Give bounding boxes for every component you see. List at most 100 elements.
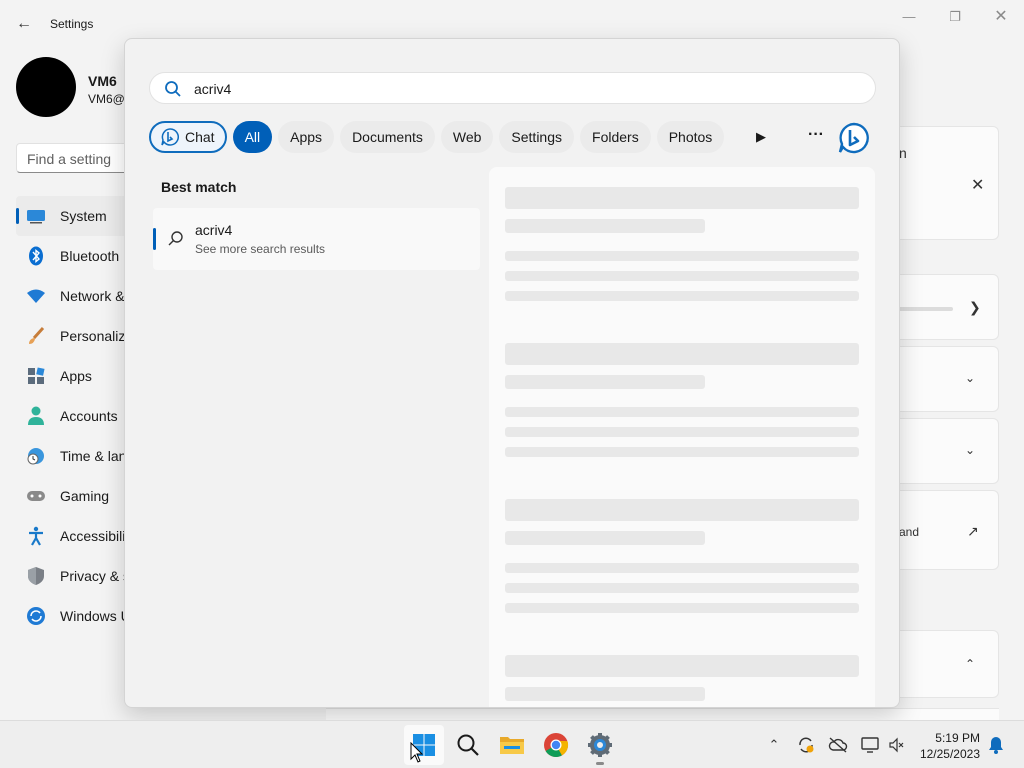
- file-explorer-icon: [500, 737, 524, 754]
- sidebar-item-label: Network &: [60, 288, 125, 304]
- accessibility-icon: [26, 526, 46, 546]
- find-setting-placeholder: Find a setting: [27, 151, 112, 167]
- loading-placeholder: [505, 291, 859, 301]
- volume-mute-icon[interactable]: [886, 735, 906, 755]
- close-button[interactable]: ✕: [978, 6, 1024, 28]
- loading-placeholder: [505, 407, 859, 417]
- content-card-edge: [326, 708, 999, 720]
- sidebar-item-apps[interactable]: Apps: [16, 356, 136, 396]
- monitor-icon: [26, 206, 46, 226]
- card-text-fragment: n: [899, 145, 907, 161]
- sidebar-item-windows-update[interactable]: Windows U: [16, 596, 136, 636]
- search-icon: [457, 734, 479, 756]
- apps-icon: [26, 366, 46, 386]
- sidebar-item-accessibility[interactable]: Accessibilit: [16, 516, 136, 556]
- loading-placeholder: [505, 447, 859, 457]
- search-icon: [168, 231, 183, 246]
- bing-chat-icon: [161, 128, 179, 146]
- user-email: VM6@: [88, 92, 125, 106]
- filter-apps[interactable]: Apps: [278, 121, 335, 153]
- sidebar-item-label: Accounts: [60, 408, 118, 424]
- gamepad-icon: [26, 486, 46, 506]
- filter-all[interactable]: All: [232, 121, 273, 153]
- update-icon: [26, 606, 46, 626]
- search-filters: Chat All Apps Documents Web Settings Fol…: [149, 120, 730, 154]
- sidebar-item-network[interactable]: Network &: [16, 276, 136, 316]
- sidebar-item-label: System: [60, 208, 107, 224]
- back-button[interactable]: ←: [14, 14, 34, 34]
- sync-icon[interactable]: [796, 735, 816, 755]
- best-match-heading: Best match: [161, 179, 237, 195]
- sidebar-item-system[interactable]: System: [16, 196, 136, 236]
- chevron-down-icon: ⌄: [965, 443, 976, 457]
- settings-gear-icon: [588, 733, 612, 757]
- paintbrush-icon: [26, 326, 46, 346]
- loading-placeholder: [505, 375, 705, 389]
- settings-card[interactable]: ⌄: [895, 418, 999, 484]
- filter-chat-label: Chat: [185, 129, 215, 145]
- more-options-icon[interactable]: ···: [804, 125, 828, 149]
- settings-card[interactable]: ❯: [895, 274, 999, 340]
- window-title: Settings: [50, 17, 94, 31]
- loading-placeholder: [505, 499, 859, 521]
- dismiss-icon[interactable]: ✕: [971, 175, 984, 195]
- chrome-button[interactable]: [536, 725, 576, 765]
- chevron-up-icon[interactable]: ⌃: [764, 735, 784, 755]
- user-name: VM6: [88, 73, 117, 89]
- globe-clock-icon: [26, 446, 46, 466]
- filter-documents[interactable]: Documents: [340, 121, 435, 153]
- mouse-cursor-icon: [410, 742, 424, 763]
- clock-time: 5:19 PM: [935, 731, 980, 745]
- sidebar-item-privacy[interactable]: Privacy & s: [16, 556, 136, 596]
- settings-nav: System Bluetooth Network & Personaliz Ap…: [16, 196, 136, 636]
- settings-card: n ✕: [895, 126, 999, 240]
- sidebar-item-gaming[interactable]: Gaming: [16, 476, 136, 516]
- loading-placeholder: [505, 531, 705, 545]
- loading-placeholder: [505, 603, 859, 613]
- minimize-button[interactable]: —: [886, 6, 932, 28]
- open-external-icon: ↗: [967, 523, 979, 539]
- network-icon[interactable]: [860, 735, 880, 755]
- loading-placeholder: [505, 427, 859, 437]
- filter-web[interactable]: Web: [440, 121, 494, 153]
- notification-bell-icon[interactable]: [986, 735, 1006, 755]
- wifi-icon: [26, 286, 46, 306]
- taskbar: ⌃ 5:19 PM 12/25/2023: [0, 720, 1024, 768]
- taskbar-search-button[interactable]: [448, 725, 488, 765]
- settings-card[interactable]: and ↗: [895, 490, 999, 570]
- sidebar-item-time-language[interactable]: Time & lan: [16, 436, 136, 476]
- sidebar-item-personalization[interactable]: Personaliz: [16, 316, 136, 356]
- filter-settings[interactable]: Settings: [499, 121, 575, 153]
- filter-photos[interactable]: Photos: [656, 121, 725, 153]
- slider-track[interactable]: [895, 307, 953, 311]
- sidebar-item-label: Gaming: [60, 488, 110, 504]
- filter-chat[interactable]: Chat: [149, 121, 227, 153]
- sidebar-item-accounts[interactable]: Accounts: [16, 396, 136, 436]
- loading-placeholder: [505, 187, 859, 209]
- search-result-item[interactable]: acriv4 See more search results: [153, 208, 480, 270]
- sidebar-item-label: Bluetooth: [60, 248, 120, 264]
- loading-placeholder: [505, 563, 859, 573]
- file-explorer-button[interactable]: [492, 725, 532, 765]
- sidebar-item-label: Windows U: [60, 608, 131, 624]
- loading-placeholder: [505, 655, 859, 677]
- search-flyout: acriv4 Chat All Apps Documents Web Setti…: [124, 38, 900, 708]
- search-input[interactable]: acriv4: [149, 72, 876, 104]
- clock-date: 12/25/2023: [919, 747, 980, 761]
- sidebar-item-bluetooth[interactable]: Bluetooth: [16, 236, 136, 276]
- running-indicator: [596, 762, 604, 765]
- settings-card[interactable]: ⌄: [895, 346, 999, 412]
- system-clock[interactable]: 5:19 PM 12/25/2023: [920, 730, 980, 762]
- sidebar-item-label: Privacy & s: [60, 568, 131, 584]
- loading-placeholder: [505, 687, 705, 701]
- maximize-button[interactable]: ❐: [932, 6, 978, 28]
- settings-taskbar-button[interactable]: [580, 725, 620, 765]
- filter-folders[interactable]: Folders: [580, 121, 651, 153]
- loading-placeholder: [505, 583, 859, 593]
- play-icon[interactable]: ▶: [753, 129, 769, 145]
- chevron-up-icon: ⌃: [965, 657, 976, 671]
- settings-card[interactable]: ⌃: [895, 630, 999, 698]
- cloud-off-icon[interactable]: [828, 735, 848, 755]
- bing-icon[interactable]: [837, 121, 871, 155]
- chevron-right-icon: ❯: [969, 299, 981, 315]
